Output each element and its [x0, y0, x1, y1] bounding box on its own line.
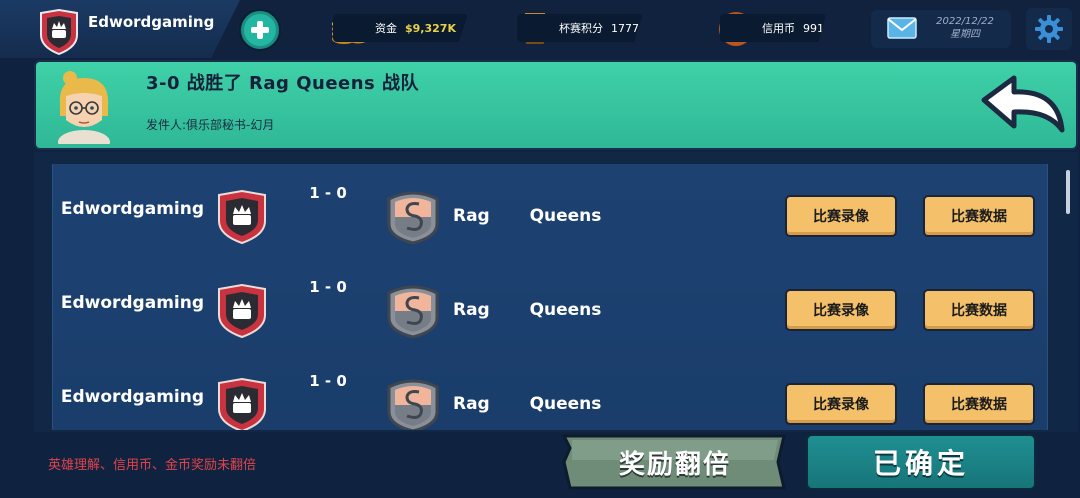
add-icon[interactable]	[241, 11, 279, 49]
home-team-name: Edwordgaming	[60, 199, 204, 219]
date-text: 2022/12/22	[936, 16, 994, 27]
match-stats-button[interactable]: 比赛数据	[923, 195, 1035, 237]
match-score: 1 - 0	[309, 372, 347, 390]
away-crest-icon	[387, 285, 439, 338]
match-score: 1 - 0	[309, 184, 347, 202]
away-team-name: Rag Queens	[453, 300, 602, 320]
match-row: Edwordgaming 1 - 0 Rag Queens 比赛录像 比赛数据	[53, 356, 1047, 430]
funds-label: 资金	[375, 22, 397, 35]
home-crest-icon	[218, 378, 266, 430]
away-crest-icon	[387, 191, 439, 244]
home-team-name: Edwordgaming	[60, 293, 204, 313]
cup-points-stat: 杯赛积分 1777	[517, 14, 643, 42]
home-team-name: Edwordgaming	[60, 387, 204, 407]
credit-label: 信用币	[762, 22, 795, 35]
list-scrollbar[interactable]	[1066, 170, 1070, 214]
funds-value: $9,327K	[405, 21, 456, 35]
confirm-button[interactable]: 已确定	[806, 434, 1036, 490]
gear-icon[interactable]	[1035, 15, 1063, 43]
team-crest-icon	[40, 9, 78, 55]
match-score: 1 - 0	[309, 278, 347, 296]
match-replay-button[interactable]: 比赛录像	[785, 289, 897, 331]
back-arrow-icon[interactable]	[978, 72, 1068, 136]
double-reward-label[interactable]: 奖励翻倍	[570, 444, 780, 481]
reward-note: 英雄理解、信用币、金币奖励未翻倍	[48, 458, 257, 473]
cup-points-label: 杯赛积分	[559, 22, 603, 35]
away-team-name: Rag Queens	[453, 206, 602, 226]
cup-points-value: 1777	[611, 21, 639, 35]
sender-line: 发件人:俱乐部秘书-幻月	[146, 118, 275, 132]
match-stats-button[interactable]: 比赛数据	[923, 289, 1035, 331]
mail-icon[interactable]	[887, 17, 917, 39]
home-crest-icon	[218, 190, 266, 244]
weekday-text: 星期四	[950, 29, 980, 40]
result-title: 3-0 战胜了 Rag Queens 战队	[146, 73, 420, 94]
credit-value: 991	[803, 21, 824, 35]
credit-stat: 信用币 991	[720, 14, 826, 42]
secretary-avatar	[58, 71, 110, 144]
away-crest-icon	[387, 379, 439, 430]
match-list[interactable]: Edwordgaming 1 - 0 Rag Queens 比赛录像 比赛数据 …	[52, 164, 1048, 430]
settings-button[interactable]	[1026, 8, 1072, 50]
funds-stat: 资金 $9,327K	[333, 14, 468, 42]
team-name: Edwordgaming	[88, 13, 215, 31]
match-stats-button[interactable]: 比赛数据	[923, 383, 1035, 425]
away-team-name: Rag Queens	[453, 394, 602, 414]
match-replay-button[interactable]: 比赛录像	[785, 383, 897, 425]
home-crest-icon	[218, 284, 266, 338]
match-row: Edwordgaming 1 - 0 Rag Queens 比赛录像 比赛数据	[53, 262, 1047, 356]
match-row: Edwordgaming 1 - 0 Rag Queens 比赛录像 比赛数据	[53, 168, 1047, 262]
match-replay-button[interactable]: 比赛录像	[785, 195, 897, 237]
date-display: 2022/12/22 星期四	[930, 15, 1000, 41]
